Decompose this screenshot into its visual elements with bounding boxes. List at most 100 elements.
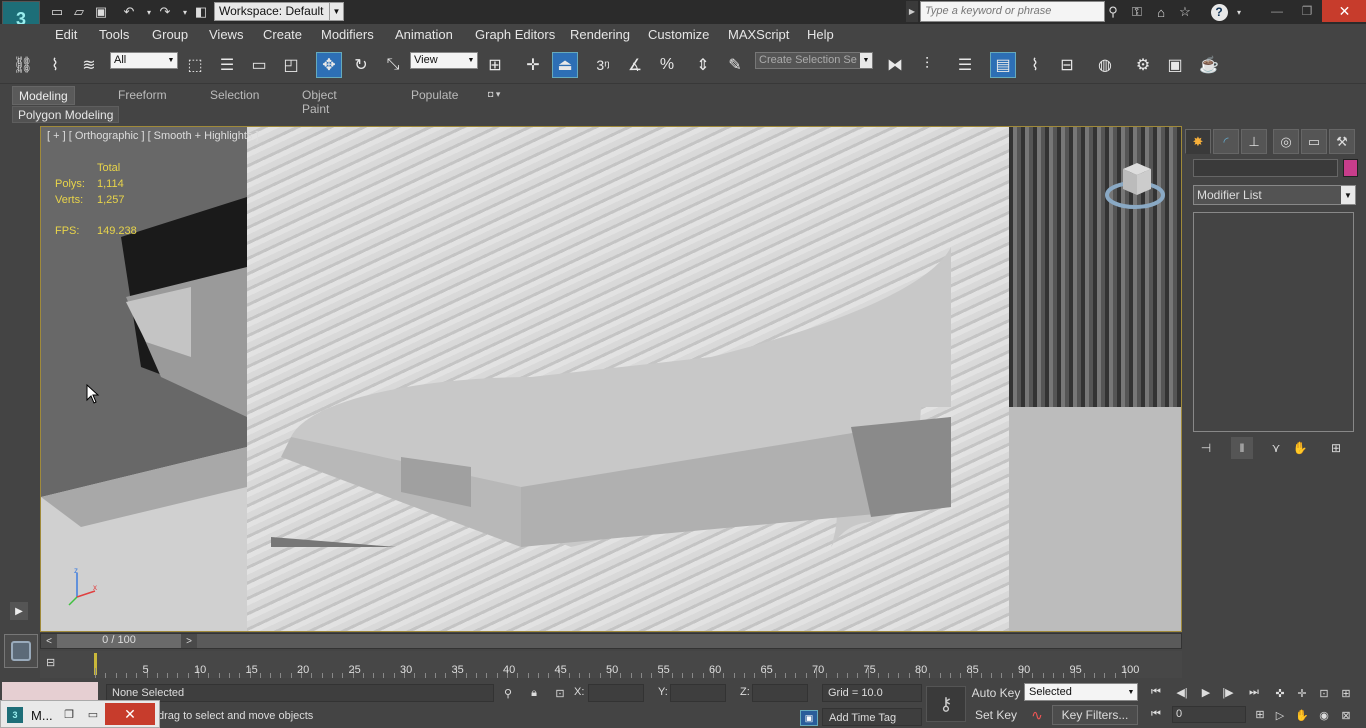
menu-views[interactable]: Views bbox=[209, 27, 243, 42]
restore-icon[interactable]: ❐ bbox=[59, 705, 79, 723]
select-by-name-icon[interactable]: ☰ bbox=[214, 52, 240, 78]
zoom-icon[interactable]: ✜ bbox=[1270, 684, 1290, 702]
menu-rendering[interactable]: Rendering bbox=[570, 27, 630, 42]
set-key-button[interactable]: Set Key bbox=[970, 705, 1022, 725]
select-and-move-icon[interactable]: ✥ bbox=[316, 52, 342, 78]
help-dropdown-icon[interactable]: ▾ bbox=[1228, 3, 1250, 21]
go-to-end-icon[interactable]: ⏭ bbox=[1244, 684, 1264, 700]
next-key-icon[interactable]: |▶ bbox=[1218, 684, 1238, 700]
current-frame-field[interactable]: 0 bbox=[1172, 706, 1246, 723]
utilities-tab-icon[interactable]: ⚒ bbox=[1329, 129, 1355, 154]
unlink-icon[interactable]: ⌇ bbox=[42, 52, 68, 78]
workspace-selector[interactable]: Workspace: Default ▼ bbox=[214, 2, 344, 21]
key-filters-button[interactable]: Key Filters... bbox=[1052, 705, 1138, 725]
key-mode-dropdown[interactable]: Selected ▼ bbox=[1024, 683, 1138, 701]
rectangular-selection-icon[interactable]: ▭ bbox=[246, 52, 272, 78]
favorites-star-icon[interactable]: ☆ bbox=[1174, 3, 1196, 21]
scene-explorer-icon[interactable]: ▤ bbox=[990, 52, 1016, 78]
absolute-mode-icon[interactable]: ⊡ bbox=[552, 685, 568, 701]
selection-filter-dropdown[interactable]: All ▼ bbox=[110, 52, 178, 69]
layer-manager-icon[interactable]: ☰ bbox=[952, 52, 978, 78]
tab-object-paint[interactable]: Object Paint bbox=[296, 86, 343, 116]
close-button[interactable]: ✕ bbox=[1322, 0, 1366, 22]
bind-space-warp-icon[interactable]: ≋ bbox=[76, 52, 102, 78]
pin-stack-icon[interactable]: ⊣ bbox=[1195, 437, 1217, 459]
time-tag-icon[interactable]: ▣ bbox=[800, 710, 818, 726]
pivot-center-icon[interactable]: ⊞ bbox=[482, 52, 508, 78]
help-button[interactable]: ? bbox=[1208, 3, 1230, 21]
object-name-field[interactable] bbox=[1193, 159, 1338, 177]
edit-named-selection-icon[interactable]: ✎ bbox=[722, 52, 748, 78]
create-tab-icon[interactable]: ✸ bbox=[1185, 129, 1211, 154]
orbit-icon[interactable]: ◉ bbox=[1314, 706, 1334, 724]
render-setup-icon[interactable]: ⚙ bbox=[1130, 52, 1156, 78]
snaps-toggle-icon[interactable]: 3ᵑ bbox=[590, 52, 616, 78]
polygon-modeling-panel[interactable]: Polygon Modeling bbox=[12, 106, 120, 123]
menu-modifiers[interactable]: Modifiers bbox=[321, 27, 374, 42]
expand-panel-icon[interactable]: ▶ bbox=[10, 602, 28, 620]
redo-icon[interactable]: ↷ bbox=[156, 3, 174, 21]
menu-graph-editors[interactable]: Graph Editors bbox=[475, 27, 555, 42]
select-and-scale-icon[interactable]: ⤡ bbox=[380, 52, 406, 78]
viewport-label[interactable]: [ + ] [ Orthographic ] [ Smooth + Highli… bbox=[47, 130, 259, 142]
track-bar[interactable]: ⊟ 5 10 15 20 25 30 35 40 45 50 55 60 65 70 75 80 85 90 95 1… bbox=[40, 651, 1182, 678]
modifier-stack[interactable] bbox=[1193, 212, 1354, 432]
reference-coordinate-dropdown[interactable]: View ▼ bbox=[410, 52, 478, 69]
minimize-button[interactable]: — bbox=[1262, 0, 1292, 22]
window-crossing-icon[interactable]: ◰ bbox=[278, 52, 304, 78]
undo-icon[interactable]: ↶ bbox=[120, 3, 138, 21]
schematic-view-icon[interactable]: ⊟ bbox=[1054, 52, 1080, 78]
close-icon[interactable]: ✕ bbox=[105, 703, 155, 725]
key-search-icon[interactable]: ⚿ bbox=[1126, 3, 1148, 21]
modify-tab-icon[interactable]: ◜ bbox=[1213, 129, 1239, 154]
zoom-extents-all-icon[interactable]: ⊞ bbox=[1336, 684, 1356, 702]
viewport-layout-icon[interactable] bbox=[4, 634, 38, 668]
object-color-swatch[interactable] bbox=[1343, 159, 1358, 177]
named-selection-sets-dropdown[interactable]: Create Selection Se ▼ bbox=[755, 52, 873, 69]
selection-lock-icon[interactable]: 🔒︎ bbox=[526, 685, 542, 701]
maximize-viewport-icon[interactable]: ⊠ bbox=[1336, 706, 1356, 724]
go-to-start-icon[interactable]: ⏮ bbox=[1146, 684, 1166, 700]
show-end-result-icon[interactable]: ‖ bbox=[1231, 437, 1253, 459]
pan-icon[interactable]: ✋ bbox=[1292, 706, 1312, 724]
menu-group[interactable]: Group bbox=[152, 27, 188, 42]
keyboard-shortcut-override-icon[interactable]: ⏏ bbox=[552, 52, 578, 78]
select-and-rotate-icon[interactable]: ↻ bbox=[348, 52, 374, 78]
restore-button[interactable]: ❐ bbox=[1292, 0, 1322, 22]
communication-center-icon[interactable]: ⌂ bbox=[1150, 3, 1172, 21]
percent-snap-icon[interactable]: % bbox=[654, 52, 680, 78]
rendered-frame-window-icon[interactable]: ▣ bbox=[1162, 52, 1188, 78]
make-unique-icon[interactable]: ⋎ bbox=[1265, 437, 1287, 459]
zoom-all-icon[interactable]: ✛ bbox=[1292, 684, 1312, 702]
menu-help[interactable]: Help bbox=[807, 27, 834, 42]
select-object-icon[interactable]: ⬚ bbox=[182, 52, 208, 78]
tab-modeling[interactable]: Modeling bbox=[12, 86, 75, 105]
tab-freeform[interactable]: Freeform bbox=[112, 86, 173, 105]
modifier-list-dropdown[interactable]: Modifier List ▼ bbox=[1193, 185, 1356, 205]
menu-tools[interactable]: Tools bbox=[99, 27, 129, 42]
display-tab-icon[interactable]: ▭ bbox=[1301, 129, 1327, 154]
maximize-icon[interactable]: ▭ bbox=[83, 705, 103, 723]
add-time-tag-button[interactable]: Add Time Tag bbox=[822, 708, 922, 726]
field-of-view-icon[interactable]: ▷ bbox=[1270, 706, 1290, 724]
z-coordinate-field[interactable] bbox=[752, 684, 808, 702]
render-teapot-icon[interactable]: ☕ bbox=[1196, 52, 1222, 78]
search-input[interactable]: Type a keyword or phrase bbox=[920, 1, 1105, 22]
y-coordinate-field[interactable] bbox=[670, 684, 726, 702]
remove-modifier-icon[interactable]: ✋ bbox=[1289, 437, 1311, 459]
time-slider-frame[interactable]: 0 / 100 bbox=[57, 634, 181, 648]
zoom-extents-icon[interactable]: ⊡ bbox=[1314, 684, 1334, 702]
save-icon[interactable]: ▣ bbox=[92, 3, 110, 21]
default-tangent-icon[interactable]: ∿ bbox=[1026, 705, 1048, 725]
time-slider[interactable]: < 0 / 100 > bbox=[40, 633, 1182, 649]
curve-editor-icon[interactable]: ⌇ bbox=[1022, 52, 1048, 78]
menu-maxscript[interactable]: MAXScript bbox=[728, 27, 789, 42]
menu-animation[interactable]: Animation bbox=[395, 27, 453, 42]
motion-tab-icon[interactable]: ◎ bbox=[1273, 129, 1299, 154]
binoculars-icon[interactable]: ⚲ bbox=[1102, 3, 1124, 21]
tab-selection[interactable]: Selection bbox=[204, 86, 265, 105]
isolate-selection-icon[interactable]: ⚲ bbox=[500, 685, 516, 701]
mini-curve-editor-icon[interactable]: ⊟ bbox=[46, 656, 74, 674]
new-file-icon[interactable]: ▭ bbox=[48, 3, 66, 21]
menu-customize[interactable]: Customize bbox=[648, 27, 709, 42]
